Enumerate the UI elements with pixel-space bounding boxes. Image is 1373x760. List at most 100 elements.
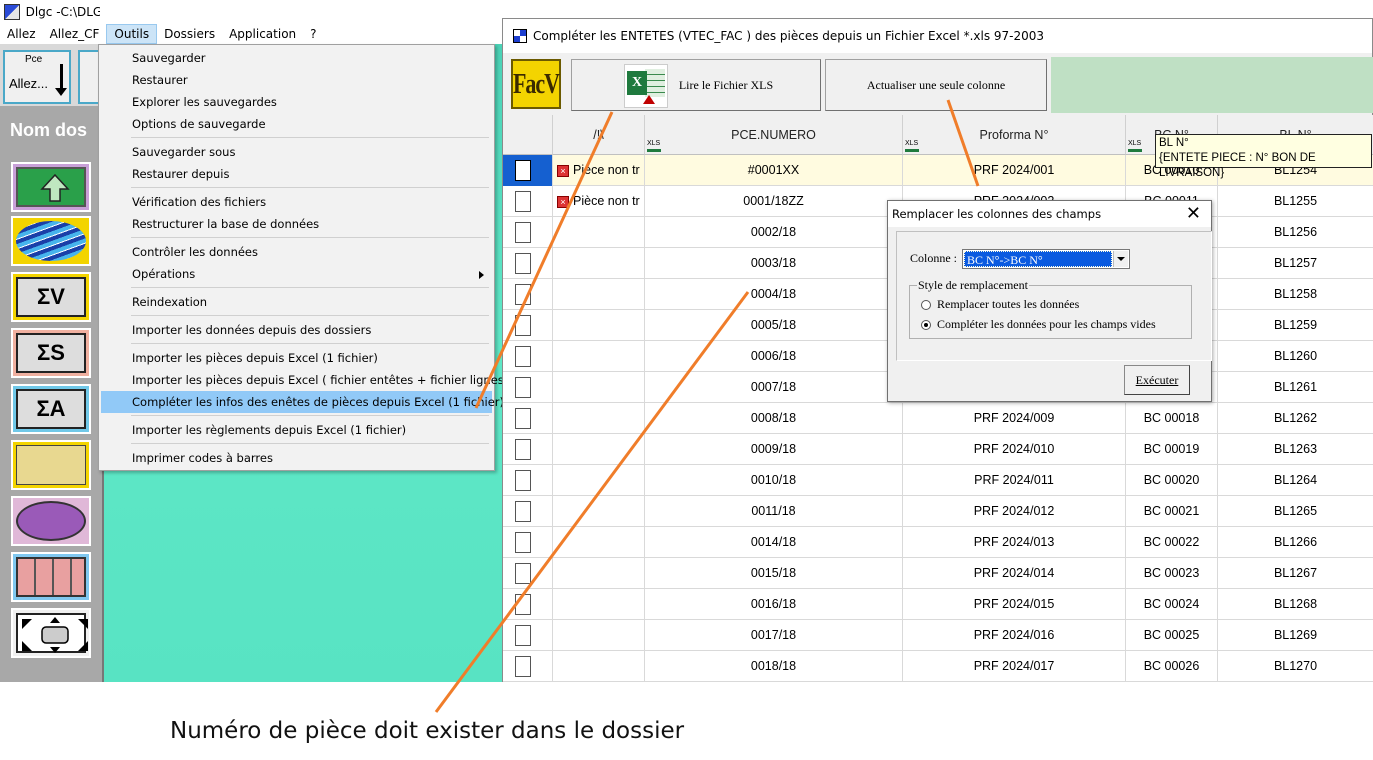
bl-cell[interactable]: BL1268 <box>1218 589 1373 620</box>
pce-numero-cell[interactable]: 0018/18 <box>645 651 903 682</box>
bl-cell[interactable]: BL1262 <box>1218 403 1373 434</box>
row-select-cell[interactable] <box>503 248 553 279</box>
row-checkbox[interactable] <box>515 532 531 553</box>
bc-cell[interactable]: BC 00018 <box>1126 403 1218 434</box>
row-select-cell[interactable] <box>503 465 553 496</box>
status-cell[interactable] <box>553 434 645 465</box>
menu-dossiers[interactable]: Dossiers <box>157 24 222 44</box>
clients-icon-button[interactable] <box>11 496 91 546</box>
row-checkbox[interactable] <box>515 439 531 460</box>
status-cell[interactable] <box>553 310 645 341</box>
pce-numero-cell[interactable]: 0003/18 <box>645 248 903 279</box>
row-select-cell[interactable] <box>503 558 553 589</box>
row-checkbox[interactable] <box>515 191 531 212</box>
table-row[interactable]: 0014/18 PRF 2024/013 BC 00022 BL1266 <box>503 527 1373 558</box>
proforma-cell[interactable]: PRF 2024/016 <box>903 620 1126 651</box>
bc-cell[interactable]: BC 00026 <box>1126 651 1218 682</box>
bc-cell[interactable]: BC 00023 <box>1126 558 1218 589</box>
sigma-v-icon-button[interactable]: ΣV <box>11 272 91 322</box>
menu-item-4[interactable]: Sauvegarder sous <box>101 141 492 163</box>
row-select-cell[interactable] <box>503 186 553 217</box>
radio-complete-empty[interactable]: Compléter les données pour les champs vi… <box>921 317 1156 332</box>
pce-numero-cell[interactable]: #0001XX <box>645 155 903 186</box>
row-checkbox[interactable] <box>515 160 531 181</box>
proforma-cell[interactable]: PRF 2024/017 <box>903 651 1126 682</box>
pce-numero-cell[interactable]: 0005/18 <box>645 310 903 341</box>
sigma-s-icon-button[interactable]: ΣS <box>11 328 91 378</box>
header-pce-numero[interactable]: XLS PCE.NUMERO <box>645 115 903 155</box>
row-select-cell[interactable] <box>503 620 553 651</box>
menu-item-8[interactable]: Contrôler les données <box>101 241 492 263</box>
row-select-cell[interactable] <box>503 341 553 372</box>
bl-cell[interactable]: BL1259 <box>1218 310 1373 341</box>
menu-item-2[interactable]: Explorer les sauvegardes <box>101 91 492 113</box>
radio-replace-all[interactable]: Remplacer toutes les données <box>921 297 1079 312</box>
bl-cell[interactable]: BL1269 <box>1218 620 1373 651</box>
bl-cell[interactable]: BL1263 <box>1218 434 1373 465</box>
menu-item-12[interactable]: Importer les pièces depuis Excel (1 fich… <box>101 347 492 369</box>
row-select-cell[interactable] <box>503 310 553 341</box>
status-cell[interactable] <box>553 217 645 248</box>
menu-item-6[interactable]: Vérification des fichiers <box>101 191 492 213</box>
pce-numero-cell[interactable]: 0009/18 <box>645 434 903 465</box>
row-select-cell[interactable] <box>503 372 553 403</box>
row-checkbox[interactable] <box>515 253 531 274</box>
menu-item-9[interactable]: Opérations <box>101 263 492 285</box>
proforma-cell[interactable]: PRF 2024/014 <box>903 558 1126 589</box>
status-cell[interactable]: × Pièce non tr <box>553 186 645 217</box>
proforma-cell[interactable]: PRF 2024/009 <box>903 403 1126 434</box>
pce-numero-cell[interactable]: 0011/18 <box>645 496 903 527</box>
row-checkbox[interactable] <box>515 594 531 615</box>
bl-cell[interactable]: BL1258 <box>1218 279 1373 310</box>
row-checkbox[interactable] <box>515 222 531 243</box>
pce-numero-cell[interactable]: 0002/18 <box>645 217 903 248</box>
pce-numero-cell[interactable]: 0004/18 <box>645 279 903 310</box>
pce-numero-cell[interactable]: 0010/18 <box>645 465 903 496</box>
bl-cell[interactable]: BL1261 <box>1218 372 1373 403</box>
chevron-down-icon[interactable] <box>1113 251 1128 267</box>
menu-help[interactable]: ? <box>303 24 323 44</box>
bc-cell[interactable]: BC 00019 <box>1126 434 1218 465</box>
status-cell[interactable] <box>553 620 645 651</box>
status-cell[interactable] <box>553 248 645 279</box>
row-checkbox[interactable] <box>515 656 531 677</box>
users-icon-button[interactable] <box>11 440 91 490</box>
status-cell[interactable] <box>553 589 645 620</box>
pce-numero-cell[interactable]: 0006/18 <box>645 341 903 372</box>
bl-cell[interactable]: BL1266 <box>1218 527 1373 558</box>
menu-item-5[interactable]: Restaurer depuis <box>101 163 492 185</box>
row-checkbox[interactable] <box>515 501 531 522</box>
pce-numero-cell[interactable]: 0008/18 <box>645 403 903 434</box>
bc-cell[interactable]: BC 00021 <box>1126 496 1218 527</box>
menu-item-10[interactable]: Reindexation <box>101 291 492 313</box>
row-checkbox[interactable] <box>515 346 531 367</box>
row-checkbox[interactable] <box>515 563 531 584</box>
row-select-cell[interactable] <box>503 651 553 682</box>
pce-numero-cell[interactable]: 0016/18 <box>645 589 903 620</box>
globe-icon-button[interactable] <box>11 216 91 266</box>
table-row[interactable]: 0017/18 PRF 2024/016 BC 00025 BL1269 <box>503 620 1373 651</box>
table-row[interactable]: 0010/18 PRF 2024/011 BC 00020 BL1264 <box>503 465 1373 496</box>
pce-goto-button[interactable]: Pce Allez... <box>3 50 71 104</box>
bc-cell[interactable]: BC 00020 <box>1126 465 1218 496</box>
proforma-cell[interactable]: PRF 2024/015 <box>903 589 1126 620</box>
status-cell[interactable] <box>553 341 645 372</box>
row-checkbox[interactable] <box>515 470 531 491</box>
status-cell[interactable]: × Pièce non tr <box>553 155 645 186</box>
row-checkbox[interactable] <box>515 315 531 336</box>
row-select-cell[interactable] <box>503 279 553 310</box>
radio-replace-all-indicator[interactable] <box>921 299 931 310</box>
menu-outils[interactable]: Outils <box>106 24 158 44</box>
table-row[interactable]: 0008/18 PRF 2024/009 BC 00018 BL1262 <box>503 403 1373 434</box>
row-checkbox[interactable] <box>515 408 531 429</box>
bl-cell[interactable]: BL1265 <box>1218 496 1373 527</box>
proforma-cell[interactable]: PRF 2024/010 <box>903 434 1126 465</box>
row-select-cell[interactable] <box>503 527 553 558</box>
bl-cell[interactable]: BL1255 <box>1218 186 1373 217</box>
table-row[interactable]: 0016/18 PRF 2024/015 BC 00024 BL1268 <box>503 589 1373 620</box>
close-icon[interactable]: ✕ <box>1186 203 1201 225</box>
pce-numero-cell[interactable]: 0007/18 <box>645 372 903 403</box>
status-cell[interactable] <box>553 403 645 434</box>
bl-cell[interactable]: BL1256 <box>1218 217 1373 248</box>
table-row[interactable]: 0018/18 PRF 2024/017 BC 00026 BL1270 <box>503 651 1373 682</box>
